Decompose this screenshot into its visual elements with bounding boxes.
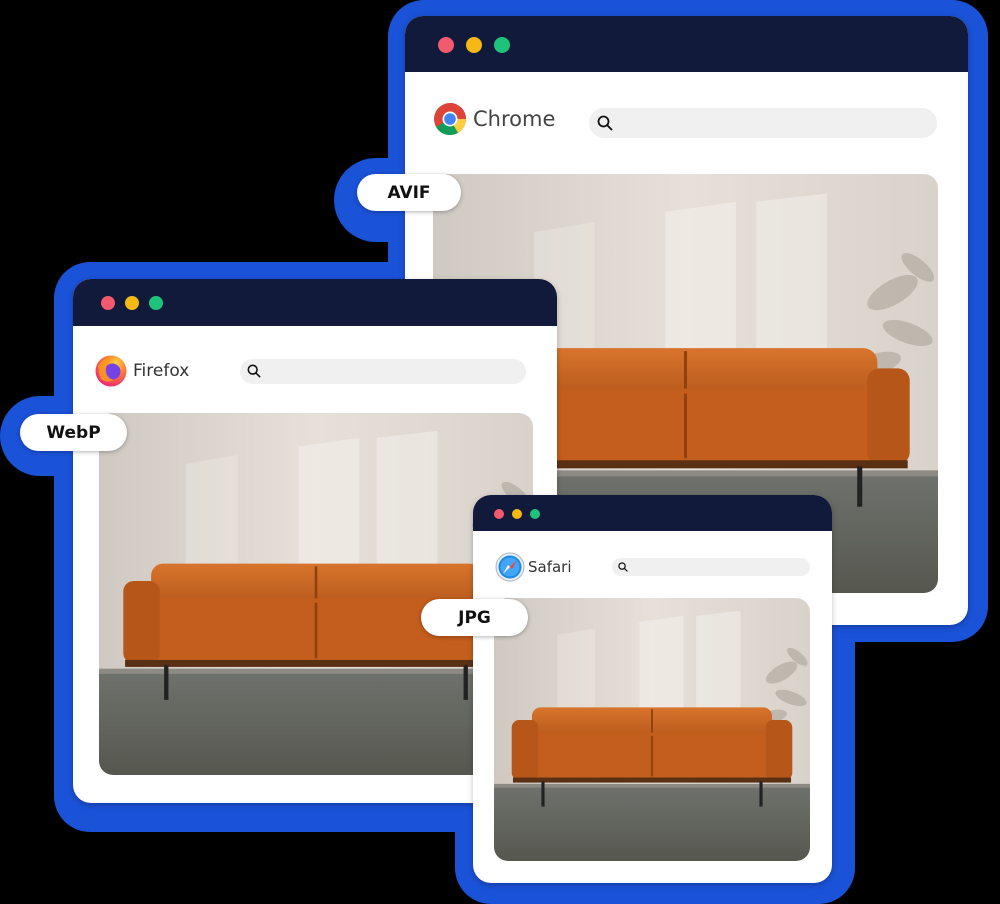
safari-brand-label: Safari [528, 558, 572, 576]
safari-brand: Safari [495, 552, 572, 582]
firefox-search-bar[interactable] [240, 359, 526, 384]
firefox-brand: Firefox [94, 354, 189, 388]
chrome-brand: Chrome [433, 102, 555, 136]
minimize-dot[interactable] [512, 509, 522, 519]
close-dot[interactable] [438, 37, 454, 53]
chrome-brand-label: Chrome [473, 107, 556, 131]
search-icon [618, 562, 628, 572]
maximize-dot[interactable] [494, 37, 510, 53]
minimize-dot[interactable] [125, 296, 139, 310]
safari-sofa-photo [494, 598, 810, 861]
chrome-titlebar [405, 16, 968, 72]
firefox-titlebar [73, 279, 557, 326]
maximize-dot[interactable] [530, 509, 540, 519]
safari-search-bar[interactable] [612, 558, 810, 576]
close-dot[interactable] [101, 296, 115, 310]
safari-icon [495, 552, 525, 582]
chrome-icon [434, 103, 467, 136]
close-dot[interactable] [494, 509, 504, 519]
minimize-dot[interactable] [466, 37, 482, 53]
maximize-dot[interactable] [149, 296, 163, 310]
safari-window: Safari [473, 495, 832, 883]
firefox-icon [95, 355, 127, 387]
avif-format-badge: AVIF [357, 174, 461, 211]
chrome-search-bar[interactable] [589, 108, 937, 138]
search-icon [597, 115, 613, 131]
search-icon [247, 364, 261, 378]
safari-titlebar [473, 495, 832, 531]
firefox-brand-label: Firefox [133, 361, 190, 381]
jpg-format-badge: JPG [421, 599, 528, 636]
firefox-sofa-photo [99, 413, 533, 775]
webp-format-badge: WebP [20, 414, 127, 451]
